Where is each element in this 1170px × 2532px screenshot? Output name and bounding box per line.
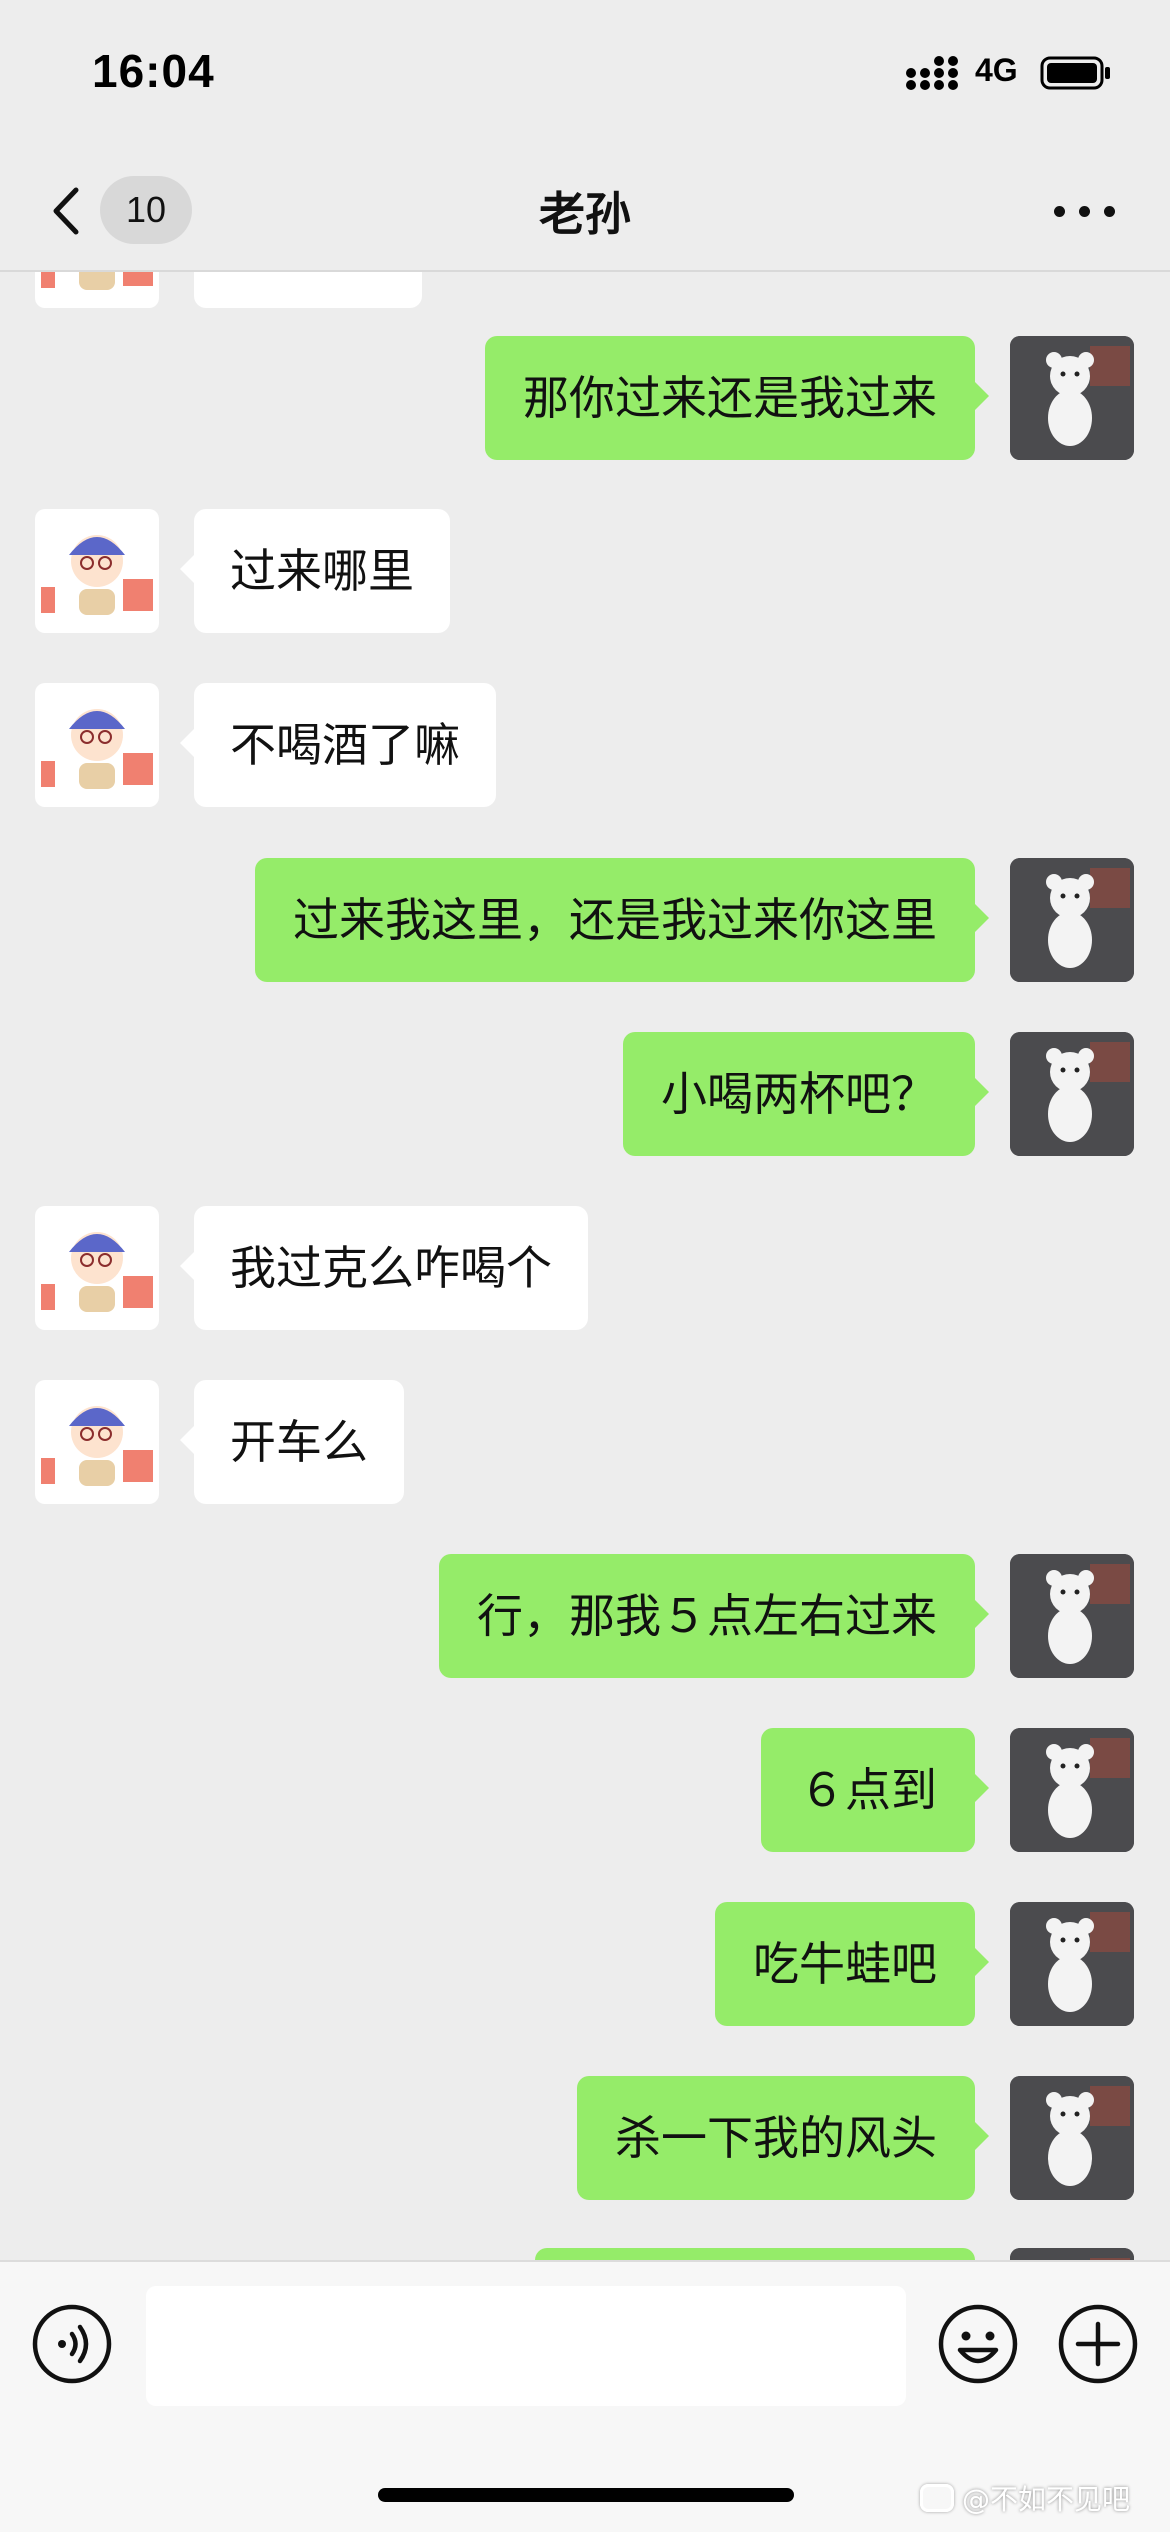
signal-strength-icon [906, 56, 958, 90]
message-incoming: 我过克么咋喝个 [0, 1206, 1170, 1330]
message-bubble[interactable]: ６点到 [761, 1728, 989, 1852]
chevron-left-icon [53, 187, 79, 235]
message-incoming: 不喝酒了嘛 [0, 683, 1170, 807]
contact-avatar[interactable] [35, 1380, 159, 1504]
message-bubble[interactable] [194, 272, 422, 308]
status-bar: 16:04 4G [0, 0, 1170, 150]
my-avatar[interactable] [1010, 1902, 1134, 2026]
message-bubble[interactable]: 过来我这里，还是我过来你这里 [255, 858, 989, 982]
cartoon-boy-avatar-icon [41, 535, 153, 615]
watermark-logo-icon [920, 2484, 954, 2512]
battery-icon [1040, 56, 1110, 90]
status-time: 16:04 [92, 45, 215, 97]
contact-avatar[interactable] [35, 683, 159, 807]
contact-avatar[interactable] [35, 272, 159, 308]
cartoon-boy-avatar-icon [41, 1232, 153, 1312]
message-outgoing: 过来我这里，还是我过来你这里 [0, 858, 1170, 982]
message-bubble[interactable]: 吃牛蛙吧 [715, 1902, 989, 2026]
message-input[interactable] [146, 2286, 906, 2406]
message-incoming [0, 272, 1170, 308]
message-list[interactable]: 那你过来还是我过来 过来哪里 不喝酒了嘛 过来我这里，还是我过来你这里 小喝两杯… [0, 272, 1170, 2260]
message-outgoing: 吃牛蛙吧 [0, 1902, 1170, 2026]
message-bubble[interactable]: 不喝酒了嘛 [180, 683, 496, 807]
cartoon-boy-avatar-icon [41, 272, 153, 290]
voice-icon[interactable] [30, 2302, 114, 2386]
message-outgoing: 小喝两杯吧？ [0, 1032, 1170, 1156]
message-bubble[interactable]: 小喝两杯吧？ [623, 1032, 989, 1156]
message-bubble[interactable]: 行，那我５点左右过来 [439, 1554, 989, 1678]
teddy-bear-avatar-icon [1010, 2076, 1134, 2200]
chat-title: 老孙 [539, 187, 631, 241]
teddy-bear-avatar-icon [1010, 858, 1134, 982]
back-button[interactable]: 10 [40, 174, 200, 246]
contact-avatar[interactable] [35, 1206, 159, 1330]
teddy-bear-avatar-icon [1010, 1032, 1134, 1156]
message-bubble[interactable]: 我过克么咋喝个 [180, 1206, 588, 1330]
plus-icon[interactable] [1056, 2302, 1140, 2386]
chat-header: 10 老孙 [0, 150, 1170, 272]
message-outgoing: 杀一下我的风头 [0, 2076, 1170, 2200]
watermark: @不如不见吧 [920, 2478, 1130, 2518]
my-avatar[interactable] [1010, 1728, 1134, 1852]
unread-count-badge: 10 [100, 176, 192, 244]
message-outgoing [0, 2248, 1170, 2260]
message-bubble[interactable]: 开车么 [180, 1380, 404, 1504]
message-bubble[interactable]: 杀一下我的风头 [577, 2076, 989, 2200]
message-bubble[interactable]: 那你过来还是我过来 [485, 336, 989, 460]
my-avatar[interactable] [1010, 1032, 1134, 1156]
message-bubble[interactable]: 过来哪里 [180, 509, 450, 633]
cartoon-boy-avatar-icon [41, 709, 153, 789]
teddy-bear-avatar-icon [1010, 2248, 1134, 2260]
message-incoming: 过来哪里 [0, 509, 1170, 633]
my-avatar[interactable] [1010, 2076, 1134, 2200]
teddy-bear-avatar-icon [1010, 1902, 1134, 2026]
watermark-text: @不如不见吧 [962, 2483, 1131, 2516]
my-avatar[interactable] [1010, 2248, 1134, 2260]
my-avatar[interactable] [1010, 336, 1134, 460]
teddy-bear-avatar-icon [1010, 1728, 1134, 1852]
message-outgoing: ６点到 [0, 1728, 1170, 1852]
cartoon-boy-avatar-icon [41, 1406, 153, 1486]
contact-avatar[interactable] [35, 509, 159, 633]
teddy-bear-avatar-icon [1010, 336, 1134, 460]
message-outgoing: 那你过来还是我过来 [0, 336, 1170, 460]
more-options-button[interactable] [1050, 188, 1120, 234]
home-indicator [378, 2488, 794, 2502]
teddy-bear-avatar-icon [1010, 1554, 1134, 1678]
emoji-icon[interactable] [936, 2302, 1020, 2386]
my-avatar[interactable] [1010, 858, 1134, 982]
my-avatar[interactable] [1010, 1554, 1134, 1678]
message-bubble[interactable] [535, 2248, 975, 2260]
network-type-label: 4G [975, 52, 1018, 88]
message-outgoing: 行，那我５点左右过来 [0, 1554, 1170, 1678]
message-incoming: 开车么 [0, 1380, 1170, 1504]
